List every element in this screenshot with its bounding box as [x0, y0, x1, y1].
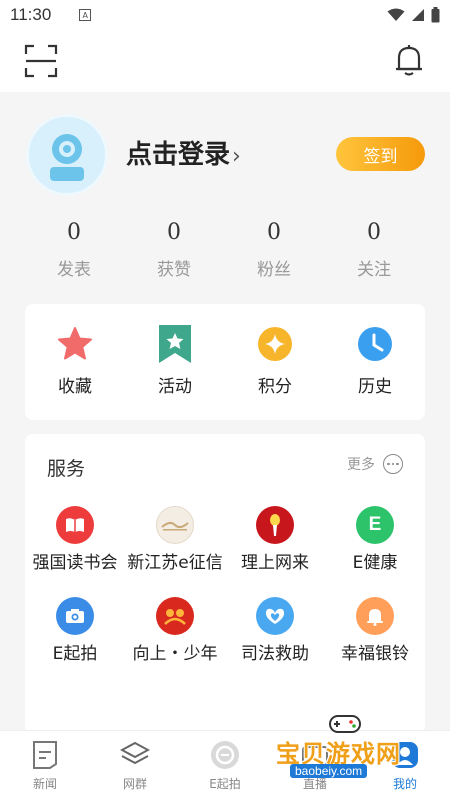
more-dots-icon	[383, 454, 403, 474]
profile-icon	[389, 739, 421, 771]
quick-points[interactable]: 积分	[225, 304, 325, 420]
quick-actions-card: 收藏 活动 积分 历史	[25, 304, 425, 420]
tab-mine[interactable]: 我的	[360, 731, 450, 800]
tab-e-photo[interactable]: E起拍	[180, 731, 270, 800]
service-label: E起拍	[52, 644, 98, 664]
service-label: 向上・少年	[132, 644, 218, 664]
tab-network-group[interactable]: 网群	[90, 731, 180, 800]
service-label: 新江苏e征信	[127, 553, 223, 573]
notification-a-icon: A	[79, 9, 92, 21]
services-grid: 强国读书会 新江苏e征信 理上网来 E E健康 E起拍 向上・少年 司法救助 幸…	[25, 506, 425, 666]
stat-label: 发表	[57, 260, 91, 280]
bottom-tab-bar: 新闻 网群 E起拍 直播 我的	[0, 730, 450, 800]
quick-label: 活动	[158, 377, 192, 397]
quick-favorites[interactable]: 收藏	[25, 304, 125, 420]
scan-button[interactable]	[24, 44, 58, 78]
quick-history[interactable]: 历史	[325, 304, 425, 420]
stat-label: 获赞	[157, 260, 191, 280]
avatar[interactable]	[26, 114, 108, 196]
bookmark-star-icon	[156, 324, 194, 364]
profile-section: 点击登录› 签到 0 发表 0 获赞 0 粉丝 0 关注	[0, 92, 450, 300]
tab-label: E起拍	[209, 777, 241, 791]
status-icons	[387, 7, 440, 23]
default-avatar-icon	[50, 134, 84, 181]
signal-icon	[412, 9, 424, 21]
stat-label: 粉丝	[257, 260, 291, 280]
service-label: 司法救助	[241, 644, 309, 664]
camera-icon	[56, 597, 94, 635]
points-diamond-icon	[256, 324, 294, 364]
wifi-icon	[387, 8, 405, 21]
status-bar: 11:30 A	[0, 0, 450, 30]
quick-label: 历史	[358, 377, 392, 397]
youth-icon	[156, 597, 194, 635]
e-health-icon: E	[356, 506, 394, 544]
services-title: 服务	[47, 458, 86, 480]
service-label: 理上网来	[241, 553, 309, 573]
live-icon	[299, 739, 331, 771]
tab-label: 我的	[392, 777, 417, 791]
services-more-button[interactable]: 更多	[347, 454, 403, 474]
heart-hands-icon	[256, 597, 294, 635]
service-credit[interactable]: 新江苏e征信	[125, 506, 225, 575]
quick-activities[interactable]: 活动	[125, 304, 225, 420]
quick-label: 积分	[258, 377, 292, 397]
tab-label: 新闻	[32, 777, 57, 791]
stat-fans[interactable]: 0 粉丝	[224, 220, 324, 280]
login-link[interactable]: 点击登录›	[126, 134, 241, 171]
profile-stats: 0 发表 0 获赞 0 粉丝 0 关注	[24, 220, 424, 280]
stat-value: 0	[367, 220, 381, 245]
service-reading-club[interactable]: 强国读书会	[25, 506, 125, 575]
stat-label: 关注	[357, 260, 391, 280]
scan-icon	[24, 44, 58, 78]
tab-label: 网群	[122, 777, 147, 791]
stat-following[interactable]: 0 关注	[324, 220, 424, 280]
top-header	[0, 30, 450, 92]
layers-icon	[119, 739, 151, 771]
service-label: 强国读书会	[32, 553, 118, 573]
battery-icon	[431, 7, 440, 23]
stat-value: 0	[67, 220, 81, 245]
bell-icon	[396, 45, 422, 76]
more-label: 更多	[347, 457, 375, 473]
credit-logo-icon	[156, 506, 194, 544]
stat-likes[interactable]: 0 获赞	[124, 220, 224, 280]
star-icon	[56, 324, 94, 364]
torch-icon	[256, 506, 294, 544]
services-card: 服务 更多 强国读书会 新江苏e征信 理上网来 E E健康 E起拍 向上・少年 …	[25, 434, 425, 734]
news-icon	[29, 739, 61, 771]
service-label: 幸福银铃	[341, 644, 409, 664]
checkin-button[interactable]: 签到	[336, 137, 425, 171]
service-youth[interactable]: 向上・少年	[125, 597, 225, 666]
chevron-right-icon: ›	[232, 144, 241, 169]
book-icon	[56, 506, 94, 544]
service-silver-bell[interactable]: 幸福银铃	[325, 597, 425, 666]
service-theory-online[interactable]: 理上网来	[225, 506, 325, 575]
stat-value: 0	[267, 220, 281, 245]
stat-posts[interactable]: 0 发表	[24, 220, 124, 280]
service-label: E健康	[352, 553, 398, 573]
service-e-photo[interactable]: E起拍	[25, 597, 125, 666]
service-judicial-aid[interactable]: 司法救助	[225, 597, 325, 666]
tab-live[interactable]: 直播	[270, 731, 360, 800]
quick-label: 收藏	[58, 377, 92, 397]
clock-icon	[356, 324, 394, 364]
login-label: 点击登录	[126, 140, 231, 170]
stat-value: 0	[167, 220, 181, 245]
notification-button[interactable]	[392, 42, 426, 78]
bell-icon	[356, 597, 394, 635]
tab-label: 直播	[302, 777, 327, 791]
e-camera-icon	[209, 739, 241, 771]
status-time: 11:30	[10, 5, 52, 24]
service-e-health[interactable]: E E健康	[325, 506, 425, 575]
tab-news[interactable]: 新闻	[0, 731, 90, 800]
